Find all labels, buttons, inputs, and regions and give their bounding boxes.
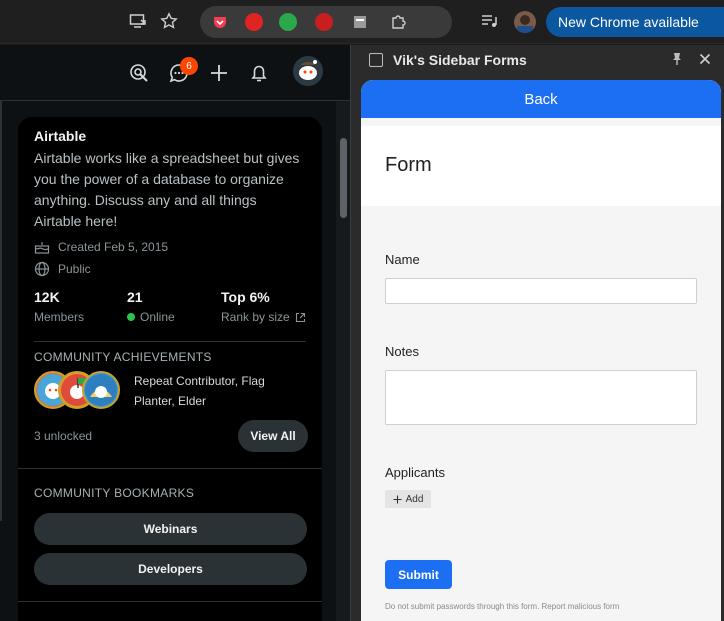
notes-field-label: Notes <box>385 344 419 359</box>
blocker-extension-icon[interactable] <box>312 10 336 34</box>
bookmark-developers-button[interactable]: Developers <box>34 553 307 585</box>
advertise-icon[interactable] <box>127 61 151 85</box>
online-label: Online <box>140 310 175 324</box>
members-count: 12K <box>34 289 60 305</box>
chat-notification-badge: 6 <box>180 57 198 75</box>
user-avatar-icon[interactable] <box>292 55 324 87</box>
achievements-list: Repeat Contributor, Flag Planter, Elder <box>134 374 265 408</box>
profile-avatar[interactable] <box>514 11 536 33</box>
create-post-icon[interactable] <box>207 61 231 85</box>
add-applicant-button[interactable]: Add <box>385 490 431 508</box>
online-stat: 21 Online <box>127 289 175 324</box>
notifications-bell-icon[interactable] <box>247 61 271 85</box>
side-panel: Vik's Sidebar Forms Back Form Name Notes… <box>350 45 724 621</box>
media-queue-icon[interactable] <box>477 9 501 33</box>
bookmark-star-icon[interactable] <box>157 9 181 33</box>
left-edge-divider <box>0 101 2 521</box>
install-app-icon[interactable] <box>126 9 150 33</box>
visibility: Public <box>58 262 91 276</box>
members-stat: 12K Members <box>34 289 84 324</box>
cake-icon <box>34 242 50 254</box>
card-divider <box>34 341 306 342</box>
side-panel-header: Vik's Sidebar Forms <box>351 45 724 77</box>
external-link-icon <box>295 312 305 322</box>
rank-stat[interactable]: Top 6% Rank by size <box>221 289 306 324</box>
view-all-achievements-button[interactable]: View All <box>238 420 308 452</box>
card-divider <box>18 601 322 602</box>
submit-button[interactable]: Submit <box>385 560 452 589</box>
card-divider <box>18 468 322 469</box>
members-label: Members <box>34 310 85 324</box>
achievements-unlocked-count: 3 unlocked <box>34 429 93 443</box>
close-icon[interactable] <box>697 51 713 67</box>
side-panel-title: Vik's Sidebar Forms <box>393 52 527 68</box>
form-extension-icon[interactable] <box>348 10 372 34</box>
browser-toolbar: New Chrome available <box>0 0 724 44</box>
bookmark-webinars-button[interactable]: Webinars <box>34 513 307 545</box>
community-description: Airtable works like a spreadsheet but gi… <box>34 150 300 229</box>
form-header: Form <box>361 126 721 206</box>
pin-icon[interactable] <box>669 51 685 67</box>
bookmarks-heading: COMMUNITY BOOKMARKS <box>34 486 195 500</box>
hand-extension-icon[interactable] <box>242 10 266 34</box>
online-dot-icon <box>127 313 135 321</box>
name-field-label: Name <box>385 252 420 267</box>
reddit-header: 6 <box>0 45 350 101</box>
created-date-row: Created Feb 5, 2015 <box>34 239 168 255</box>
name-input[interactable] <box>385 278 697 304</box>
plus-icon <box>393 495 402 503</box>
back-button[interactable]: Back <box>361 80 721 118</box>
new-chrome-available-button[interactable]: New Chrome available <box>546 7 724 37</box>
green-extension-icon[interactable] <box>276 10 300 34</box>
reddit-page: 6 Airtable Airtable works like a spreads… <box>0 45 350 621</box>
community-info-card: Airtable Airtable works like a spreadshe… <box>18 117 322 621</box>
form-content: Back Form Name Notes Applicants Add Subm… <box>361 80 721 621</box>
puzzle-icon[interactable] <box>386 10 410 34</box>
form-footnote: Do not submit passwords through this for… <box>385 602 620 611</box>
page-scrollbar-thumb[interactable] <box>340 138 347 218</box>
online-count: 21 <box>127 289 143 305</box>
globe-icon <box>34 261 50 277</box>
add-label: Add <box>405 493 424 505</box>
notes-textarea[interactable] <box>385 370 697 425</box>
rank-value: Top 6% <box>221 289 270 305</box>
form-title: Form <box>385 154 432 176</box>
extensions-group <box>200 6 648 38</box>
achievements-heading: COMMUNITY ACHIEVEMENTS <box>34 350 212 364</box>
achievement-badges[interactable] <box>34 371 124 411</box>
rank-label: Rank by size <box>221 310 290 324</box>
pocket-extension-icon[interactable] <box>208 10 232 34</box>
extension-form-icon <box>369 53 383 67</box>
community-name: Airtable <box>34 128 87 144</box>
elder-badge-icon <box>82 371 120 409</box>
visibility-row: Public <box>34 261 91 277</box>
applicants-field-label: Applicants <box>385 465 445 480</box>
created-date: Created Feb 5, 2015 <box>58 240 169 254</box>
